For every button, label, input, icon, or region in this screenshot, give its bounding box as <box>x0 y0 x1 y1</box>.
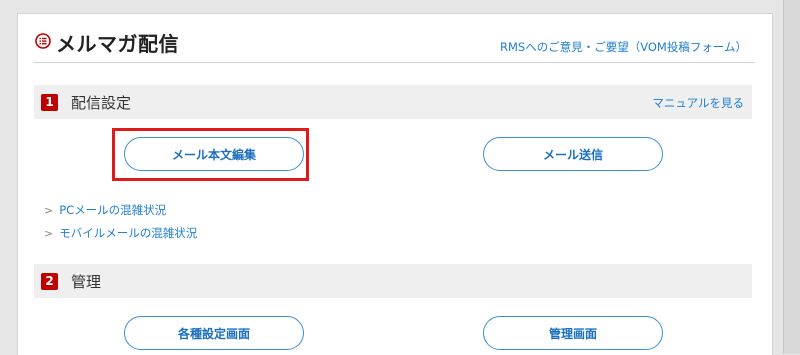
section-header-delivery-settings: 1 配信設定 マニュアルを見る <box>34 85 752 119</box>
list-circle-icon <box>35 33 51 49</box>
link-label: モバイルメールの混雑状況 <box>59 226 198 240</box>
feedback-link[interactable]: RMSへのご意見・ご要望（VOM投稿フォーム） <box>500 39 747 55</box>
pc-mail-congestion-link[interactable]: > PCメールの混雑状況 <box>44 202 166 218</box>
page-header: メルマガ配信 RMSへのご意見・ご要望（VOM投稿フォーム） <box>33 28 755 63</box>
section-number-badge: 2 <box>41 273 58 290</box>
link-label: PCメールの混雑状況 <box>59 203 167 217</box>
send-mail-button[interactable]: メール送信 <box>483 137 663 171</box>
main-panel: メルマガ配信 RMSへのご意見・ご要望（VOM投稿フォーム） 1 配信設定 マニ… <box>17 13 773 355</box>
section-number-badge: 1 <box>41 94 58 111</box>
page-title: メルマガ配信 <box>56 32 179 56</box>
chevron-right-icon: > <box>44 227 54 240</box>
chevron-right-icon: > <box>44 204 54 217</box>
section-header-management: 2 管理 <box>34 264 752 298</box>
settings-screen-button[interactable]: 各種設定画面 <box>124 316 304 350</box>
manual-link[interactable]: マニュアルを見る <box>652 95 744 111</box>
scrollbar[interactable] <box>783 0 800 354</box>
management-screen-button[interactable]: 管理画面 <box>483 316 663 350</box>
section-title: 配信設定 <box>71 94 132 112</box>
edit-mail-body-button[interactable]: メール本文編集 <box>124 137 304 171</box>
mobile-mail-congestion-link[interactable]: > モバイルメールの混雑状況 <box>44 225 197 241</box>
section-title: 管理 <box>71 273 102 291</box>
